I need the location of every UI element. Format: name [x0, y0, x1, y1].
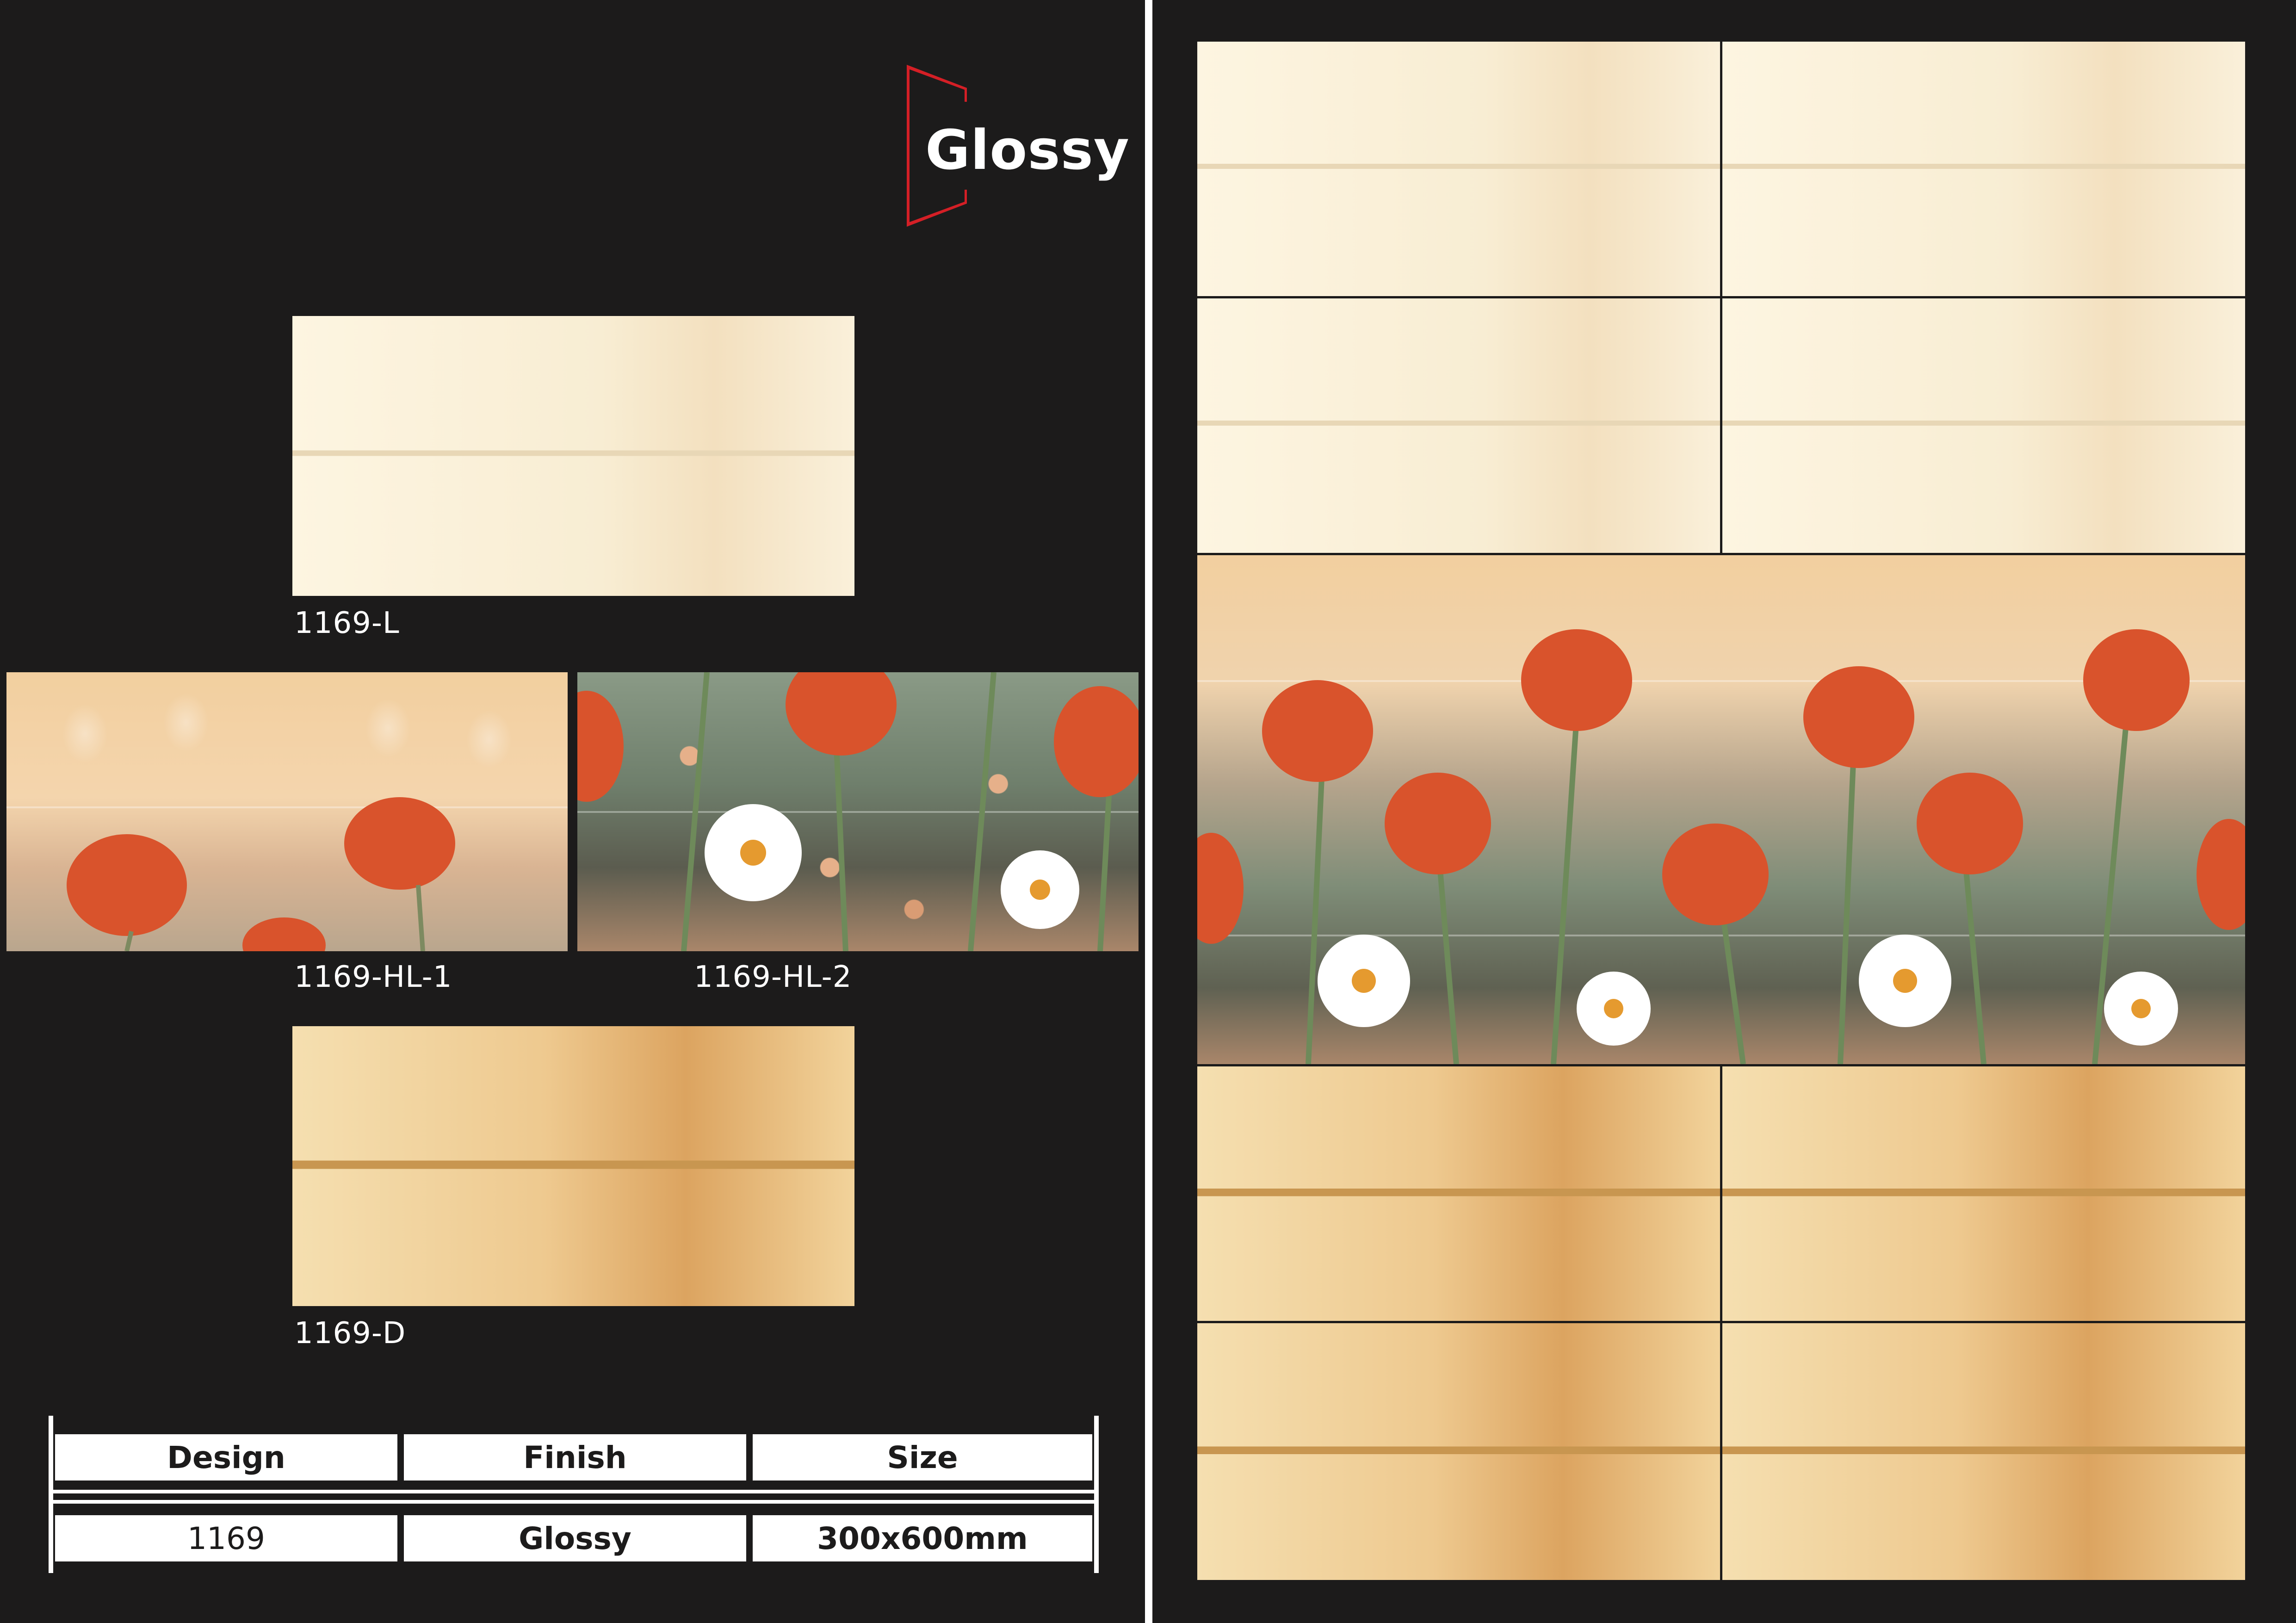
mockup-dark-row-1b: [1722, 1066, 2245, 1321]
mockup-dark-row-2: [1197, 1323, 1720, 1580]
tile-1169-d: [292, 1026, 854, 1306]
lotus-and-daisy-icon: [577, 672, 1139, 951]
table-header-size: Size: [753, 1434, 1092, 1481]
table-header-finish: Finish: [404, 1434, 746, 1481]
tile-label-1169-hl-1: 1169-HL-1: [294, 960, 452, 994]
tile-1169-hl-1: [6, 672, 568, 951]
tile-label-1169-d: 1169-D: [294, 1316, 406, 1350]
lotus-flowers-icon: [67, 797, 455, 951]
wall-mockup: [1197, 42, 2245, 1580]
mockup-light-row-1b: [1722, 42, 2245, 296]
mockup-light-row-2: [1197, 298, 1720, 553]
page-divider: [1145, 0, 1152, 1623]
tile-label-1169-hl-2: 1169-HL-2: [694, 960, 852, 994]
tile-label-1169-l: 1169-L: [294, 606, 400, 640]
table-value-finish: Glossy: [404, 1515, 746, 1561]
mockup-dark-row-1: [1197, 1066, 1720, 1321]
mockup-dark-row-2b: [1722, 1323, 2245, 1580]
table-value-size: 300x600mm: [753, 1515, 1092, 1561]
mockup-light-row-1: [1197, 42, 1720, 296]
table-separator-inner: [53, 1493, 1094, 1500]
table-border-right: [1094, 1416, 1099, 1573]
table-value-design: 1169: [55, 1515, 397, 1561]
mockup-highlight-band: [1197, 555, 2245, 1064]
logo-text: Glossy: [925, 118, 1130, 182]
table-border-left: [49, 1416, 53, 1573]
mockup-flowers-icon: [1197, 629, 2245, 1064]
tile-1169-hl-2: [577, 672, 1139, 951]
spec-table: Design Finish Size 1169 Glossy 300x600mm: [49, 1416, 1099, 1573]
table-header-design: Design: [55, 1434, 397, 1481]
mockup-light-row-2b: [1722, 298, 2245, 553]
tile-1169-l: [292, 316, 854, 596]
